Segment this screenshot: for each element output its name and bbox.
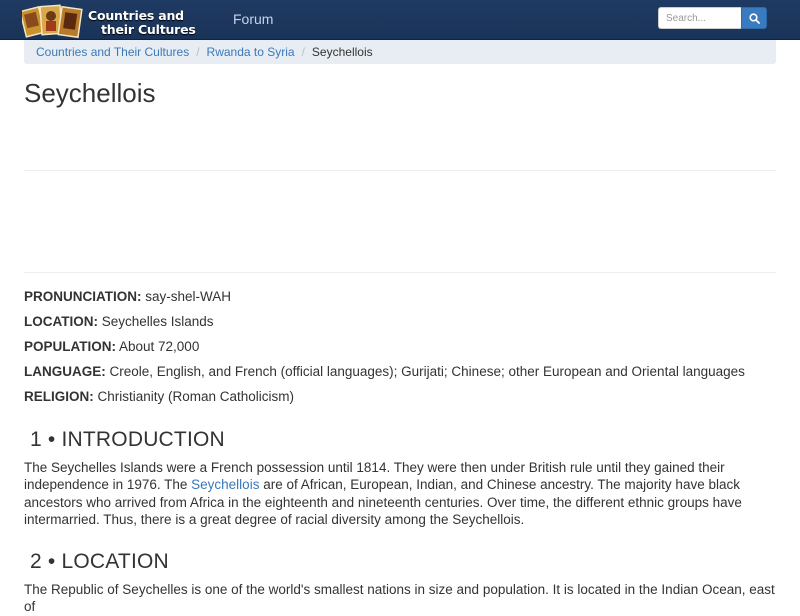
fact-location: LOCATION: Seychelles Islands (24, 314, 214, 329)
logo-collage-icon (22, 4, 83, 39)
fact-pronunciation: PRONUNCIATION: say-shel-WAH (24, 289, 232, 304)
breadcrumb-current: Seychellois (311, 45, 373, 59)
breadcrumb: Countries and Their Cultures / Rwanda to S… (24, 40, 776, 64)
section-text-introduction: The Seychelles Islands were a French pos… (24, 460, 742, 527)
search-button[interactable] (741, 7, 767, 29)
section-text-location: The Republic of Seychelles is one of the… (24, 582, 775, 615)
breadcrumb-link-rwanda-to-syria[interactable]: Rwanda to Syria (207, 45, 295, 59)
section-heading-introduction: 1 • INTRODUCTION (30, 428, 225, 451)
ad-placeholder (24, 170, 776, 273)
top-navbar: Countries and their Cultures Forum (0, 0, 800, 40)
facts-list: PRONUNCIATION: say-shel-WAH LOCATION: Se… (24, 288, 784, 413)
logo-line-1: Countries and (88, 8, 184, 23)
link-seychellois[interactable]: Seychellois (191, 477, 259, 492)
section-heading-location: 2 • LOCATION (30, 550, 169, 573)
search-input[interactable] (658, 7, 742, 29)
breadcrumb-link-countries[interactable]: Countries and Their Cultures (36, 45, 189, 59)
logo-line-2: their Cultures (101, 22, 196, 37)
nav-forum-link[interactable]: Forum (233, 11, 273, 27)
fact-language: LANGUAGE: Creole, English, and French (o… (24, 364, 745, 379)
fact-population: POPULATION: About 72,000 (24, 339, 200, 354)
search-icon (749, 13, 760, 24)
site-logo[interactable]: Countries and their Cultures (22, 3, 218, 39)
fact-religion: RELIGION: Christianity (Roman Catholicis… (24, 389, 295, 404)
logo-text: Countries and their Cultures (88, 9, 196, 37)
page-title: Seychellois (24, 78, 156, 108)
